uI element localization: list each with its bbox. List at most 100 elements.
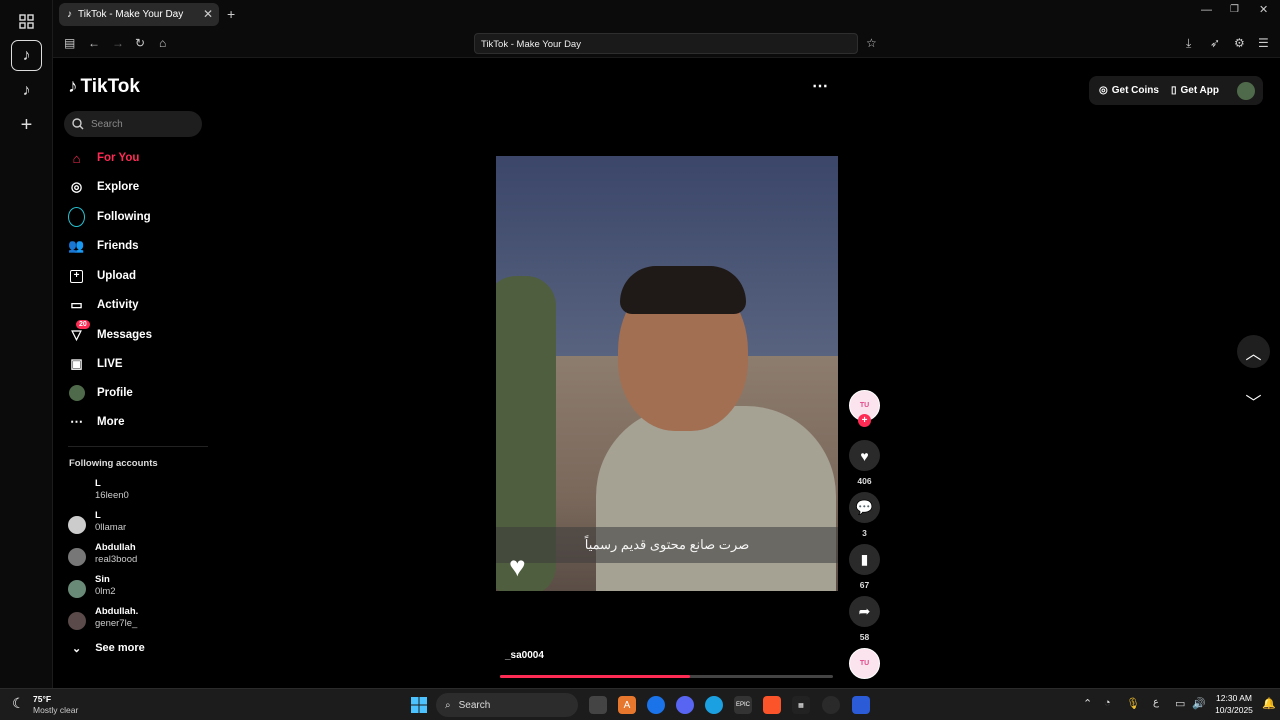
maximize-icon[interactable]: ❐ — [1230, 4, 1239, 15]
rocket-icon[interactable]: ➶ — [1210, 36, 1220, 50]
minimize-icon[interactable]: — — [1201, 4, 1212, 16]
see-more-label: See more — [95, 642, 145, 654]
add-app-icon[interactable]: + — [11, 110, 42, 141]
music-disc-avatar[interactable]: TU — [849, 648, 880, 679]
avatar — [68, 580, 86, 598]
share-button[interactable]: ➦ — [849, 596, 880, 627]
app-circle-icon[interactable] — [822, 696, 840, 714]
clock-date: 10/3/2025 — [1215, 705, 1253, 715]
more-icon: ⋯ — [70, 414, 83, 429]
task-view-icon[interactable] — [589, 696, 607, 714]
address-bar[interactable]: TikTok - Make Your Day — [474, 33, 858, 54]
nav-more[interactable]: ⋯ More — [68, 411, 124, 433]
notifications-icon[interactable]: 🔔 — [1262, 697, 1276, 710]
clock-time[interactable]: 12:30 AM — [1212, 693, 1256, 703]
language-indicator[interactable]: ع — [1153, 697, 1159, 708]
next-video-button[interactable]: ﹀ — [1237, 384, 1270, 417]
profile-avatar[interactable] — [1237, 81, 1255, 100]
nav-for-you[interactable]: ⌂ For You — [68, 147, 140, 169]
start-icon[interactable] — [410, 696, 428, 714]
sidebar-toggle-icon[interactable]: ▤ — [64, 36, 75, 50]
account-item[interactable]: L 16leen0 — [68, 478, 208, 506]
brave-icon[interactable] — [763, 696, 781, 714]
phone-icon: ▯ — [1170, 85, 1177, 96]
get-coins-button[interactable]: Get Coins — [1112, 85, 1159, 96]
tab-close-icon[interactable]: ✕ — [203, 7, 213, 21]
reload-icon[interactable]: ↻ — [135, 36, 145, 50]
comment-button[interactable]: 💬 — [849, 492, 880, 523]
tab-tiktok[interactable]: ♪ TikTok - Make Your Day ✕ — [59, 3, 219, 26]
friends-icon: 👥 — [68, 238, 85, 253]
person-hair — [620, 266, 746, 314]
account-name: L — [95, 510, 101, 521]
divider — [68, 446, 208, 447]
avatar — [68, 484, 86, 502]
tiktok-app-icon-2[interactable]: ♪ — [11, 75, 42, 106]
edge-icon[interactable] — [705, 696, 723, 714]
app-icon[interactable]: ▦ — [792, 696, 810, 714]
volume-icon[interactable]: 🔊 — [1192, 697, 1206, 710]
account-item[interactable]: L 0llamar — [68, 510, 208, 538]
epic-games-icon[interactable]: EPIC — [734, 696, 752, 714]
follow-plus-icon[interactable]: + — [858, 414, 871, 427]
nav-label: Activity — [97, 299, 139, 311]
account-item[interactable]: Abdullah real3bood — [68, 542, 208, 570]
tray-app-icon[interactable]: ◔ — [1104, 697, 1111, 709]
tray-chevron-icon[interactable]: ⌃ — [1083, 697, 1092, 710]
new-tab-icon[interactable]: + — [227, 6, 235, 22]
tiktok-app-icon[interactable]: ♪ — [11, 40, 42, 71]
taskbar-search[interactable]: ⌕ Search — [436, 693, 578, 717]
nav-profile[interactable]: Profile — [68, 382, 133, 404]
chevron-up-icon: ︿ — [1245, 345, 1262, 363]
menu-icon[interactable]: ☰ — [1258, 36, 1269, 50]
settings-gear-icon[interactable]: ⚙ — [1234, 36, 1245, 50]
music-disc-text: TU — [859, 660, 870, 667]
avatar — [68, 548, 86, 566]
chrome-icon[interactable] — [647, 696, 665, 714]
account-handle: 16leen0 — [95, 490, 129, 501]
more-options-icon[interactable]: ⋯ — [812, 76, 828, 96]
see-more-button[interactable]: ⌄ See more — [72, 642, 145, 655]
nav-live[interactable]: ▣ LIVE — [68, 353, 122, 375]
get-app-button[interactable]: Get App — [1180, 85, 1219, 96]
video-player[interactable]: صرت صانع محتوى قديم رسمياً ♥ — [496, 156, 838, 591]
nav-activity[interactable]: ▭ Activity — [68, 294, 139, 316]
weather-icon: ☾ — [12, 695, 25, 711]
like-button[interactable]: ♥ — [849, 440, 880, 471]
video-progress-bar[interactable] — [500, 675, 833, 678]
weather-temp[interactable]: 75°F — [33, 694, 51, 704]
window-close-icon[interactable]: ✕ — [1259, 3, 1268, 16]
network-icon[interactable]: ▭ — [1175, 697, 1185, 710]
home-icon: ⌂ — [72, 150, 81, 166]
video-username[interactable]: _sa0004 — [505, 650, 544, 661]
active-app-icon[interactable] — [852, 696, 870, 714]
account-item[interactable]: Sin 0lm2 — [68, 574, 208, 602]
nav-explore[interactable]: ◎ Explore — [68, 176, 139, 198]
account-handle: 0lm2 — [95, 586, 116, 597]
bookmark-star-icon[interactable]: ☆ — [866, 36, 877, 50]
nav-friends[interactable]: 👥 Friends — [68, 235, 138, 257]
account-item[interactable]: Abdullah. gener7le_ — [68, 606, 208, 634]
chevron-down-icon: ﹀ — [1245, 394, 1262, 412]
tiktok-logo[interactable]: ♪ TikTok — [68, 76, 140, 98]
account-handle: real3bood — [95, 554, 138, 565]
workspaces-icon[interactable] — [11, 6, 42, 37]
comment-icon: 💬 — [855, 499, 874, 515]
discord-icon[interactable] — [676, 696, 694, 714]
back-icon[interactable]: ← — [88, 36, 100, 50]
microphone-icon[interactable]: 🎙 — [1126, 697, 1140, 710]
nav-following[interactable]: Following — [68, 206, 151, 228]
search-input[interactable]: Search — [64, 111, 202, 137]
save-count: 67 — [859, 580, 870, 590]
save-button[interactable]: ▮ — [849, 544, 880, 575]
app-a-icon[interactable]: A — [618, 696, 636, 714]
forward-icon[interactable]: → — [112, 36, 124, 50]
previous-video-button[interactable]: ︿ — [1237, 335, 1270, 368]
nav-messages[interactable]: ▽ 20 Messages — [68, 319, 152, 346]
nav-upload[interactable]: + Upload — [68, 265, 136, 287]
messages-badge: 20 — [76, 319, 90, 329]
home-icon[interactable]: ⌂ — [159, 36, 166, 50]
top-actions: ◎ Get Coins ▯ Get App — [1089, 76, 1263, 105]
heart-icon: ♥ — [860, 447, 869, 464]
downloads-icon[interactable]: ⤓ — [1186, 36, 1191, 51]
